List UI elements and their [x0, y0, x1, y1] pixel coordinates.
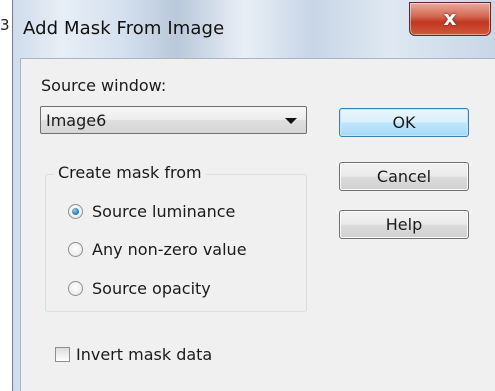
- cancel-button[interactable]: Cancel: [339, 162, 469, 191]
- add-mask-dialog: Add Mask From Image x Source window: Ima…: [12, 0, 495, 391]
- invert-mask-label: Invert mask data: [76, 345, 213, 364]
- dialog-title: Add Mask From Image: [23, 18, 225, 39]
- close-button[interactable]: x: [409, 2, 491, 36]
- radio-label: Source opacity: [92, 279, 211, 298]
- help-button[interactable]: Help: [339, 210, 469, 239]
- background-text-fragment: 3: [0, 16, 10, 34]
- radio-label: Source luminance: [92, 202, 236, 221]
- radio-button[interactable]: [68, 204, 83, 219]
- source-window-label: Source window:: [41, 76, 167, 95]
- radio-button[interactable]: [68, 281, 83, 296]
- source-window-select[interactable]: Image6: [40, 106, 307, 134]
- invert-mask-checkbox[interactable]: [55, 347, 70, 362]
- chevron-down-icon: [285, 118, 297, 124]
- close-icon: x: [443, 6, 457, 30]
- dialog-body: Source window: Image6 OK Cancel Help Cre…: [20, 58, 495, 391]
- create-mask-legend: Create mask from: [54, 163, 206, 182]
- title-bar[interactable]: Add Mask From Image x: [13, 0, 495, 58]
- ok-button[interactable]: OK: [339, 108, 469, 137]
- source-window-value: Image6: [46, 111, 107, 130]
- radio-button[interactable]: [68, 242, 83, 257]
- radio-label: Any non-zero value: [92, 240, 247, 259]
